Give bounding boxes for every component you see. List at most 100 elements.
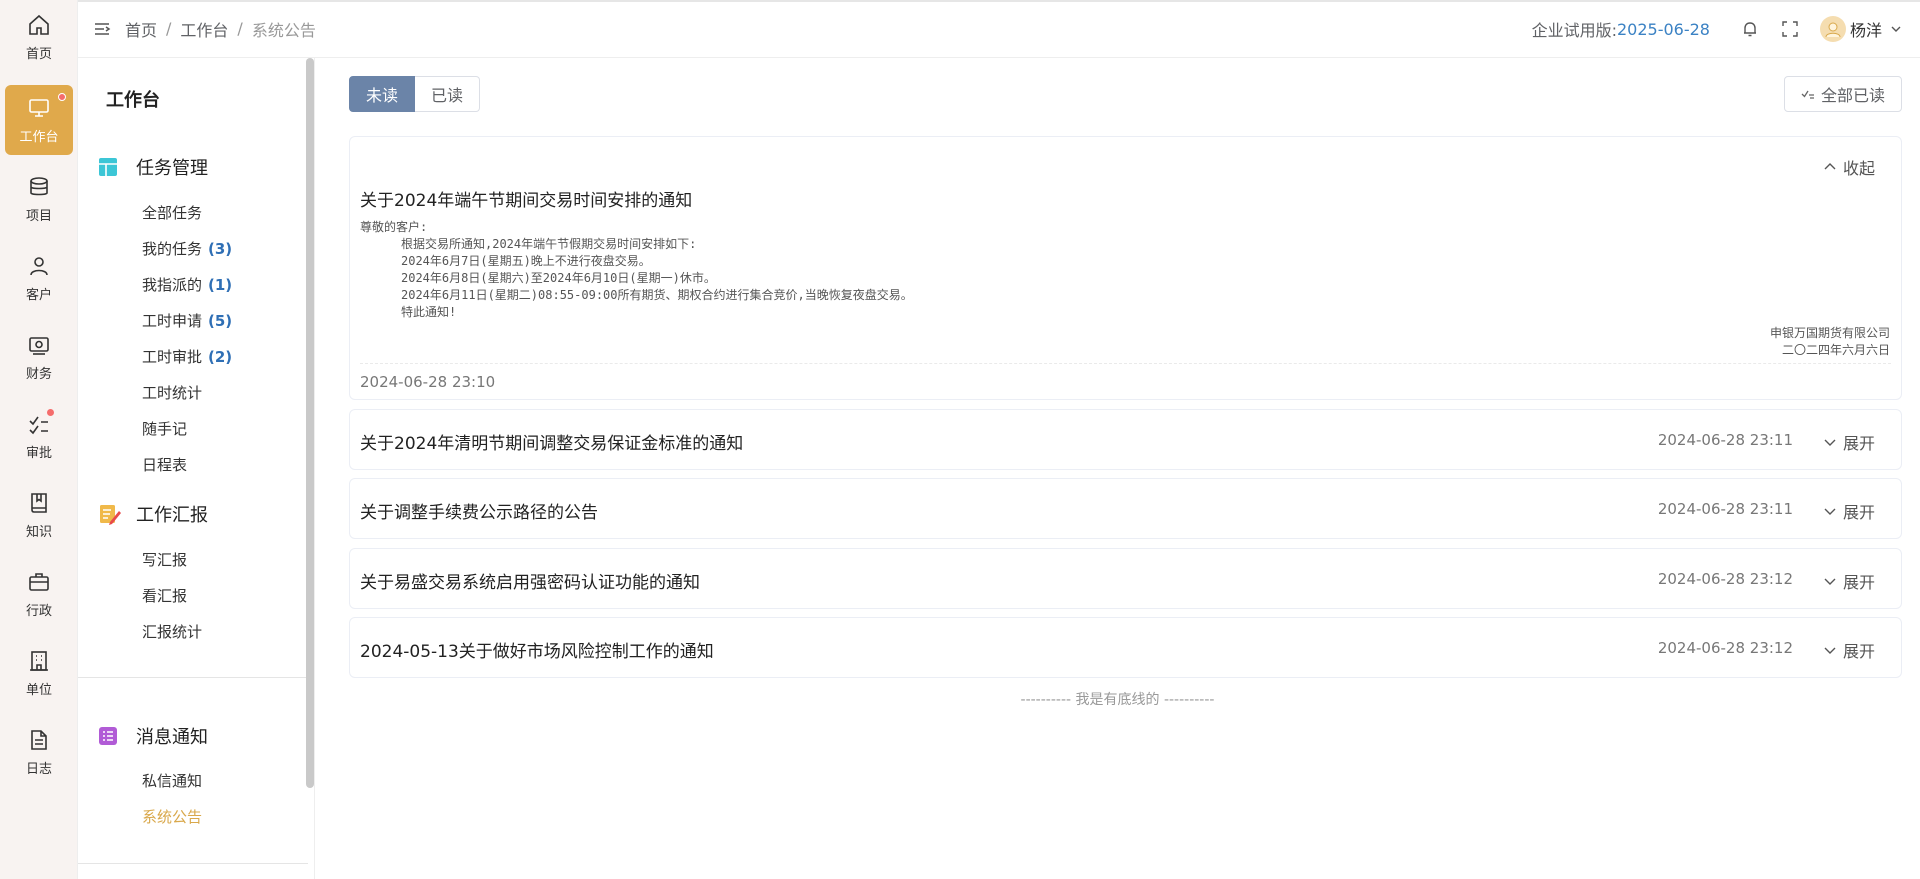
top-bar: 首页 / 工作台 / 系统公告 企业试用版: 2025-06-28 杨洋 xyxy=(78,0,1920,58)
rail-item-project[interactable]: 项目 xyxy=(5,164,73,234)
mark-all-read-button[interactable]: 全部已读 xyxy=(1783,76,1902,112)
sidebar-item-label: 工时审批 xyxy=(142,348,203,366)
sidebar-title: 工作台 xyxy=(106,90,160,111)
notice-card[interactable]: 关于2024年清明节期间调整交易保证金标准的通知 2024-06-28 23:1… xyxy=(349,409,1902,470)
chevron-down-icon xyxy=(1824,439,1836,446)
sidebar-scrollbar[interactable] xyxy=(306,58,314,788)
expand-button[interactable]: 展开 xyxy=(1823,569,1875,593)
rail-item-log[interactable]: 日志 xyxy=(5,717,73,787)
avatar-icon xyxy=(1825,22,1841,38)
notice-time: 2024-06-28 23:11 xyxy=(1657,500,1793,518)
sidebar-item-private-messages[interactable]: 私信通知 xyxy=(142,770,202,791)
sidebar-item-label: 工时申请 xyxy=(142,312,203,330)
notice-signature: 申银万国期货有限公司 xyxy=(1769,326,1890,340)
sidebar-item-label: 工时统计 xyxy=(142,384,203,402)
sidebar-item-label: 日程表 xyxy=(142,456,188,474)
sidebar-item-notes[interactable]: 随手记 xyxy=(142,418,187,439)
notice-title[interactable]: 关于调整手续费公示路径的公告 xyxy=(360,498,598,523)
rail-label-home: 首页 xyxy=(25,46,52,62)
breadcrumb: 首页 / 工作台 / 系统公告 xyxy=(125,17,316,41)
rail-item-workbench[interactable]: 工作台 xyxy=(5,85,73,155)
home-icon xyxy=(29,14,49,35)
report-icon xyxy=(100,505,121,525)
notice-title[interactable]: 2024-05-13关于做好市场风险控制工作的通知 xyxy=(360,637,714,662)
building-icon xyxy=(30,650,48,671)
notice-card[interactable]: 关于易盛交易系统启用强密码认证功能的通知 2024-06-28 23:12 展开 xyxy=(349,548,1902,609)
chevron-down-icon xyxy=(1824,578,1836,585)
chevron-down-icon xyxy=(1824,647,1836,654)
notice-line: 特此通知! xyxy=(401,305,457,319)
notice-greeting: 尊敬的客户: xyxy=(360,220,428,234)
count-badge: (3) xyxy=(208,240,233,258)
count-badge: (1) xyxy=(208,276,233,294)
rail-item-knowledge[interactable]: 知识 xyxy=(5,480,73,550)
sidebar-divider xyxy=(78,677,308,678)
sidebar-item-system-announcements[interactable]: 系统公告 xyxy=(142,806,202,827)
sidebar-item-report-stats[interactable]: 汇报统计 xyxy=(142,621,202,642)
sidebar-divider xyxy=(78,863,308,864)
group-task-management[interactable]: 任务管理 xyxy=(98,154,208,180)
sidebar-item-label: 系统公告 xyxy=(142,808,203,826)
sidebar-item-view-report[interactable]: 看汇报 xyxy=(142,585,187,606)
notice-title[interactable]: 关于2024年端午节期间交易时间安排的通知 xyxy=(360,186,692,211)
breadcrumb-home[interactable]: 首页 xyxy=(125,17,157,41)
rail-label-unit: 单位 xyxy=(25,682,52,698)
notice-time: 2024-06-28 23:12 xyxy=(1657,639,1793,657)
group-work-report[interactable]: 工作汇报 xyxy=(98,501,208,527)
notice-card[interactable]: 2024-05-13关于做好市场风险控制工作的通知 2024-06-28 23:… xyxy=(349,617,1902,678)
fullscreen-icon[interactable] xyxy=(1781,20,1799,38)
chevron-down-icon[interactable] xyxy=(1890,23,1902,35)
notice-title[interactable]: 关于2024年清明节期间调整交易保证金标准的通知 xyxy=(360,429,743,454)
breadcrumb-separator: / xyxy=(166,19,172,38)
secondary-sidebar: 工作台 任务管理 全部任务 我的任务 (3) 我指派的 (1) 工时申请 (5) 工时… xyxy=(78,58,314,879)
sidebar-item-hours-approval[interactable]: 工时审批 (2) xyxy=(142,346,232,367)
tab-read[interactable]: 已读 xyxy=(415,76,481,112)
expand-button[interactable]: 展开 xyxy=(1823,638,1875,662)
rail-item-home[interactable]: 首页 xyxy=(5,2,73,72)
notice-line: 根据交易所通知,2024年端午节假期交易时间安排如下: xyxy=(401,237,697,251)
notice-line: 2024年6月7日(星期五)晚上不进行夜盘交易。 xyxy=(401,254,651,268)
tab-unread[interactable]: 未读 xyxy=(349,76,416,112)
group-title: 任务管理 xyxy=(136,158,208,179)
sidebar-item-assigned[interactable]: 我指派的 (1) xyxy=(142,274,232,295)
sidebar-item-label: 全部任务 xyxy=(142,204,203,222)
sidebar-item-label: 汇报统计 xyxy=(142,623,203,641)
menu-toggle-icon[interactable] xyxy=(93,20,111,38)
notice-title[interactable]: 关于易盛交易系统启用强密码认证功能的通知 xyxy=(360,568,700,593)
avatar[interactable] xyxy=(1819,16,1846,42)
notice-time: 2024-06-28 23:12 xyxy=(1657,570,1793,588)
expand-button[interactable]: 展开 xyxy=(1823,499,1875,523)
group-notifications[interactable]: 消息通知 xyxy=(98,723,208,749)
breadcrumb-workbench[interactable]: 工作台 xyxy=(180,17,228,41)
user-name[interactable]: 杨洋 xyxy=(1850,17,1882,41)
expand-button[interactable]: 展开 xyxy=(1823,430,1875,454)
rail-item-unit[interactable]: 单位 xyxy=(5,638,73,708)
rail-item-admin[interactable]: 行政 xyxy=(5,559,73,629)
sidebar-item-all-tasks[interactable]: 全部任务 xyxy=(142,202,202,223)
sidebar-item-label: 我指派的 xyxy=(142,276,203,294)
sidebar-item-hours-stats[interactable]: 工时统计 xyxy=(142,382,202,403)
sidebar-item-hours-request[interactable]: 工时申请 (5) xyxy=(142,310,232,331)
bell-icon[interactable] xyxy=(1741,20,1759,38)
rail-item-approval[interactable]: 审批 xyxy=(5,401,73,471)
sidebar-item-my-tasks[interactable]: 我的任务 (3) xyxy=(142,238,232,259)
expand-label: 展开 xyxy=(1842,434,1875,453)
collapse-button[interactable]: 收起 xyxy=(1823,155,1875,179)
rail-item-customer[interactable]: 客户 xyxy=(5,243,73,313)
icon-rail: 首页 工作台 项目 客户 财务 审批 知识 行政 单位 日志 xyxy=(0,0,78,879)
chevron-up-icon xyxy=(1824,163,1836,170)
expand-label: 展开 xyxy=(1842,642,1875,661)
rail-label-workbench: 工作台 xyxy=(19,129,59,145)
sidebar-item-schedule[interactable]: 日程表 xyxy=(142,454,187,475)
rail-item-finance[interactable]: 财务 xyxy=(5,322,73,392)
database-icon xyxy=(30,176,48,195)
expand-label: 展开 xyxy=(1842,573,1875,592)
notice-card[interactable]: 关于调整手续费公示路径的公告 2024-06-28 23:11 展开 xyxy=(349,478,1902,539)
sidebar-item-write-report[interactable]: 写汇报 xyxy=(142,549,187,570)
top-right-tools: 企业试用版: 2025-06-28 杨洋 xyxy=(1532,0,1902,58)
notice-body: 尊敬的客户: 根据交易所通知,2024年端午节假期交易时间安排如下: 2024年… xyxy=(360,219,1890,359)
breadcrumb-current: 系统公告 xyxy=(251,20,316,40)
notice-line: 2024年6月8日(星期六)至2024年6月10日(星期一)休市。 xyxy=(401,271,716,285)
rail-label-log: 日志 xyxy=(25,761,52,777)
group-title: 工作汇报 xyxy=(136,505,208,526)
